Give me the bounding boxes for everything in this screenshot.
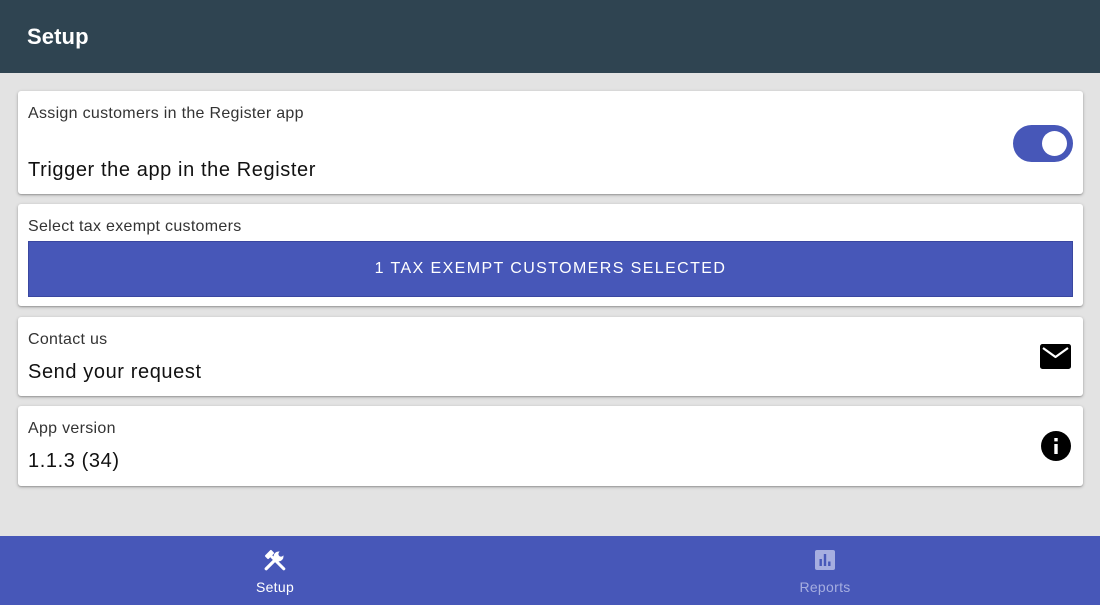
page-title: Setup bbox=[27, 23, 89, 49]
tax-exempt-card: Select tax exempt customers 1 TAX EXEMPT… bbox=[18, 204, 1083, 306]
register-assignment-label: Assign customers in the Register app bbox=[28, 105, 304, 122]
nav-item-setup-label: Setup bbox=[255, 579, 295, 595]
bottom-navigation: Setup Reports bbox=[0, 536, 1100, 605]
app-version-label: App version bbox=[28, 420, 116, 437]
tax-exempt-label: Select tax exempt customers bbox=[28, 218, 242, 235]
app-version-value: 1.1.3 (34) bbox=[28, 450, 120, 472]
contact-card[interactable]: Contact us Send your request bbox=[18, 317, 1083, 396]
contact-value: Send your request bbox=[28, 361, 202, 383]
nav-item-reports-label: Reports bbox=[799, 579, 851, 595]
select-tax-exempt-customers-button[interactable]: 1 TAX EXEMPT CUSTOMERS SELECTED bbox=[28, 241, 1073, 297]
register-assignment-value: Trigger the app in the Register bbox=[28, 159, 317, 181]
toggle-knob bbox=[1042, 131, 1067, 156]
register-assignment-card: Assign customers in the Register app Tri… bbox=[18, 91, 1083, 194]
nav-item-setup[interactable]: Setup bbox=[0, 536, 550, 605]
app-root: Setup Assign customers in the Register a… bbox=[0, 0, 1100, 605]
nav-item-reports[interactable]: Reports bbox=[550, 536, 1100, 605]
register-trigger-toggle[interactable] bbox=[1013, 125, 1073, 162]
app-header: Setup bbox=[0, 0, 1100, 73]
app-version-card: App version 1.1.3 (34) bbox=[18, 406, 1083, 486]
contact-label: Contact us bbox=[28, 331, 108, 348]
tools-icon bbox=[264, 549, 286, 571]
info-icon bbox=[1041, 431, 1071, 461]
mail-icon[interactable] bbox=[1040, 344, 1071, 369]
bar-chart-icon bbox=[815, 550, 835, 570]
